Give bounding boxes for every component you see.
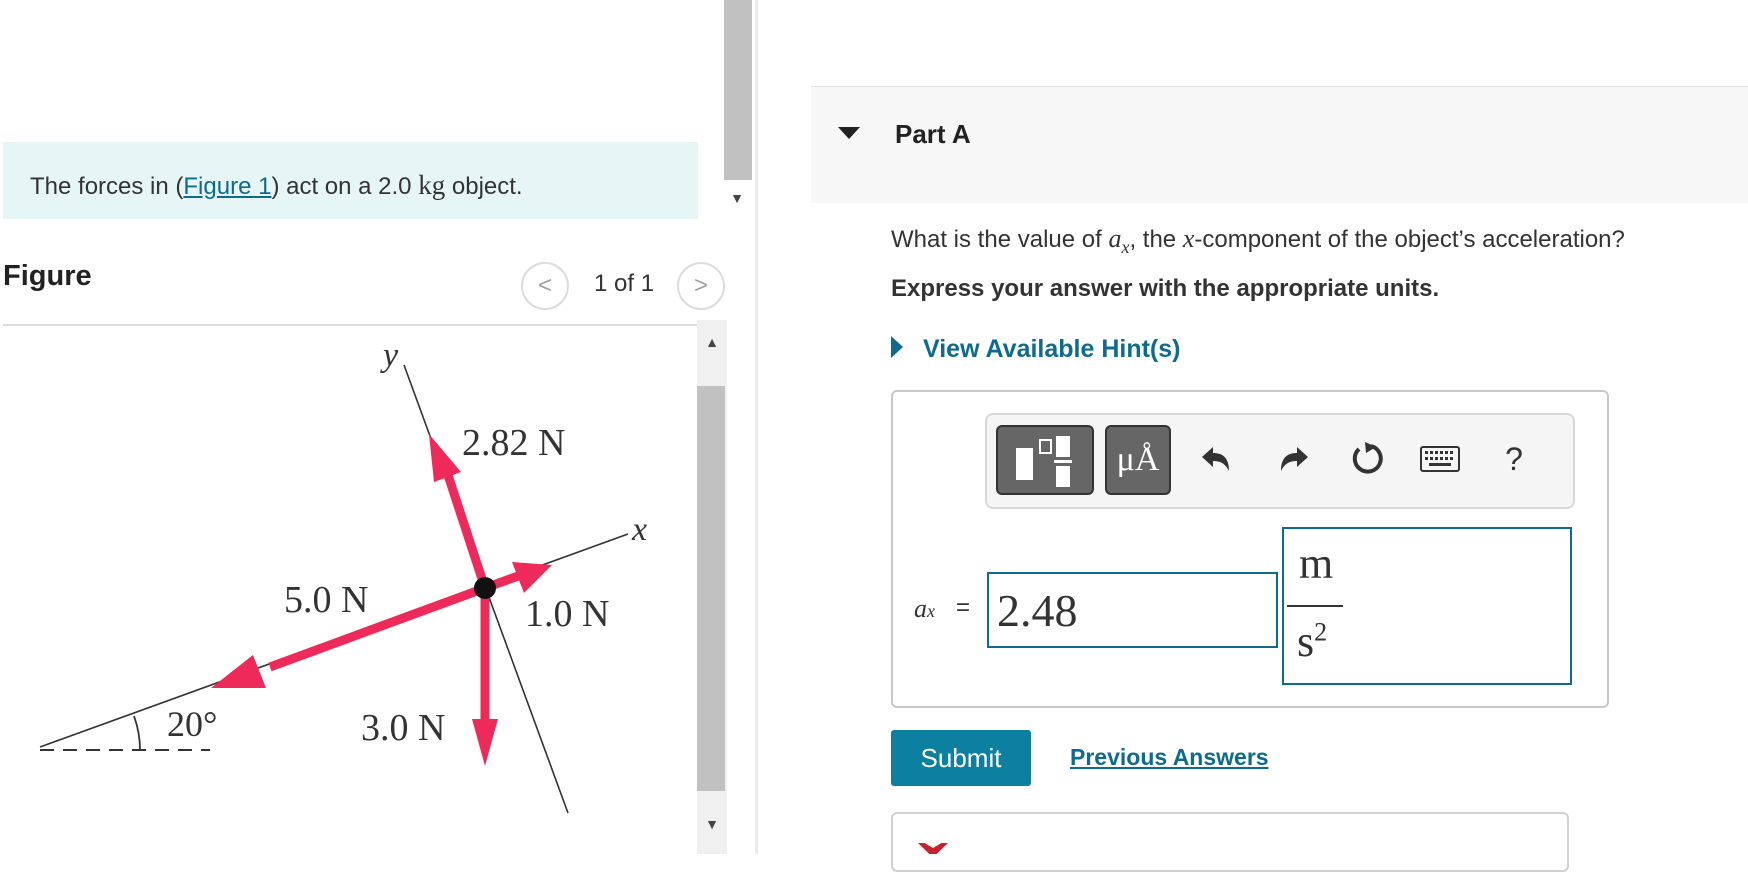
scroll-up-arrow-icon[interactable]: ▲	[697, 334, 727, 356]
keyboard-icon[interactable]	[1418, 437, 1462, 481]
scroll-down-arrow-icon[interactable]: ▼	[726, 190, 748, 212]
question-suffix: -component of the object’s acceleration?	[1194, 226, 1625, 253]
question-prefix: What is the value of	[891, 226, 1109, 253]
answer-variable-label: ax	[914, 594, 935, 624]
chevron-left-icon: <	[537, 272, 552, 299]
answer-value-input[interactable]: 2.48	[987, 572, 1278, 648]
force-3-0-arrowhead	[472, 719, 498, 766]
part-a-title[interactable]: Part A	[895, 119, 971, 150]
problem-intro: The forces in (Figure 1) act on a 2.0 kg…	[3, 142, 698, 219]
question-text: What is the value of ax, the x-component…	[891, 224, 1625, 258]
figure-scrollbar-thumb[interactable]	[697, 386, 725, 791]
force-diagram: y x 2.82 N 5.0 N 1.0 N 3.0 N 20°	[39, 337, 647, 814]
figure-heading: Figure	[3, 260, 92, 292]
force-2-82-arrow-shaft	[442, 470, 490, 590]
answer-variable-base: a	[914, 594, 927, 623]
hint-caret-icon[interactable]	[891, 336, 903, 358]
force-2-82-arrowhead	[429, 434, 461, 482]
force-2-82-label: 2.82 N	[462, 422, 565, 464]
answer-instruction: Express your answer with the appropriate…	[891, 275, 1440, 302]
scroll-down-arrow-icon[interactable]: ▼	[697, 816, 727, 838]
figure-pager: 1 of 1	[594, 270, 655, 297]
panel-scrollbar-thumb[interactable]	[724, 0, 752, 180]
figure-prev-button[interactable]: <	[521, 262, 569, 310]
pane-divider	[755, 0, 758, 854]
y-axis-label: y	[380, 337, 399, 374]
chevron-right-icon: >	[693, 272, 708, 299]
unit-denominator-base: s	[1297, 617, 1315, 666]
help-button[interactable]: ?	[1492, 437, 1536, 481]
angle-label: 20°	[167, 704, 217, 744]
units-button[interactable]: μÅ	[1105, 425, 1171, 495]
collapse-caret-icon[interactable]	[838, 127, 860, 139]
undo-icon[interactable]	[1194, 437, 1238, 481]
force-1-0-arrowhead	[512, 562, 552, 593]
figure-link[interactable]: Figure 1	[183, 173, 271, 200]
answer-variable-sub: x	[927, 601, 935, 621]
unit-denominator: s2	[1297, 616, 1327, 667]
question-variable-base: a	[1108, 224, 1122, 253]
reset-icon[interactable]	[1346, 437, 1390, 481]
object-point	[474, 577, 496, 599]
intro-text-middle: ) act on a 2.0	[271, 173, 419, 200]
question-variable: ax	[1108, 224, 1129, 257]
force-5-0-label: 5.0 N	[284, 579, 368, 621]
redo-icon[interactable]	[1272, 437, 1316, 481]
unit-exponent: 2	[1314, 617, 1328, 647]
equals-sign: =	[956, 594, 971, 621]
previous-answers-link[interactable]: Previous Answers	[1070, 744, 1269, 771]
view-hints-link[interactable]: View Available Hint(s)	[923, 335, 1180, 364]
intro-text-suffix: object.	[445, 173, 523, 200]
figure-next-button[interactable]: >	[677, 262, 725, 310]
question-x: x	[1182, 224, 1195, 253]
intro-text-prefix: The forces in (	[30, 173, 184, 200]
unit-numerator: m	[1299, 539, 1334, 588]
unit-fraction-bar	[1287, 605, 1343, 607]
fraction-template-icon	[1016, 436, 1072, 487]
fraction-template-button[interactable]	[996, 425, 1094, 495]
force-5-0-arrowhead	[211, 655, 266, 688]
intro-mass-unit: kg	[418, 170, 446, 200]
x-axis-label: x	[631, 511, 647, 548]
force-1-0-label: 1.0 N	[525, 593, 609, 635]
feedback-box	[891, 812, 1569, 872]
submit-button[interactable]: Submit	[891, 730, 1031, 786]
angle-arc	[133, 715, 141, 751]
question-middle: , the	[1129, 226, 1183, 253]
force-3-0-label: 3.0 N	[361, 707, 445, 749]
